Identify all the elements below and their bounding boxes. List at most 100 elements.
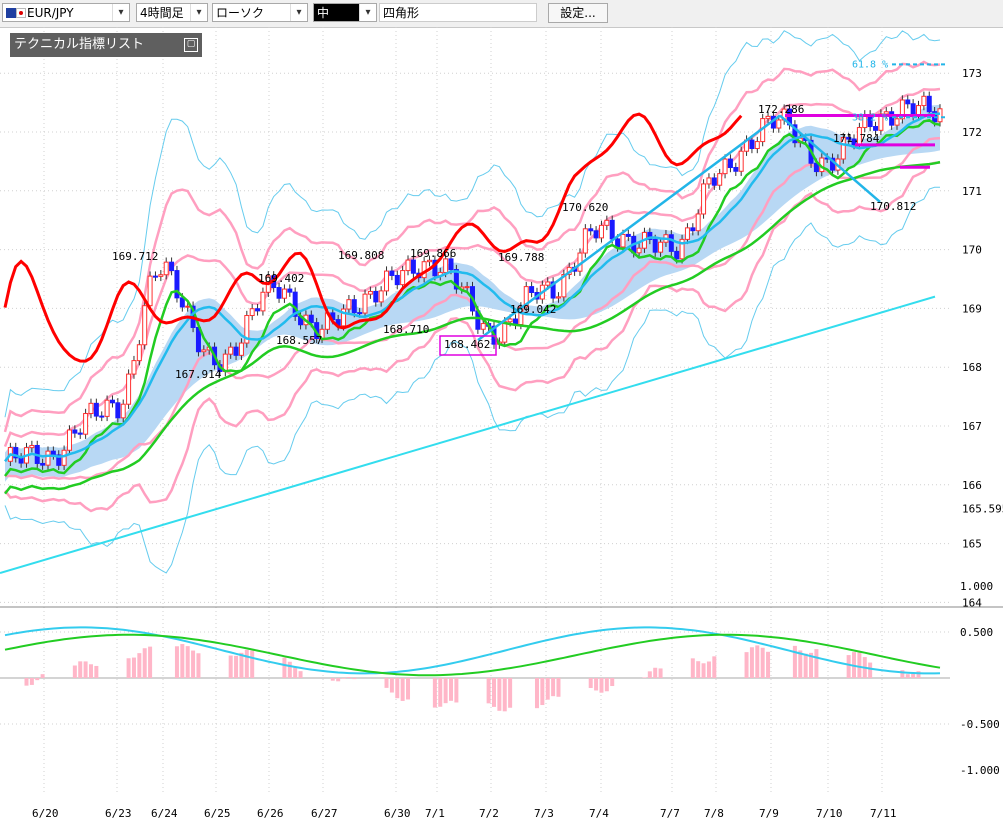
histogram-bar — [642, 677, 647, 678]
price-label: 171.784 — [833, 132, 880, 145]
candle-bull — [104, 399, 110, 417]
histogram-bar — [744, 652, 749, 678]
candle-bear — [926, 95, 932, 113]
candle-bull — [921, 95, 927, 107]
indicator-list-panel[interactable]: テクニカル指標リスト ▢ — [10, 33, 202, 57]
price-label: 169.042 — [510, 303, 556, 316]
price-axis-label: 171 — [962, 185, 982, 198]
candle-bull — [604, 219, 610, 226]
histogram-bar — [540, 678, 545, 706]
candle-bull — [83, 413, 89, 435]
candle-bull — [754, 141, 760, 149]
symbol-value: EUR/JPY — [27, 6, 74, 20]
candle-bear — [351, 299, 357, 314]
price-label: 169.712 — [112, 250, 158, 263]
histogram-bar — [696, 661, 701, 678]
chart-canvas[interactable]: 61.8 % 38.2 % 169.712 167.914 169.402 168.557… — [0, 27, 1003, 822]
candle-bull — [684, 227, 690, 240]
histogram-bar — [443, 678, 448, 704]
candle-bear — [410, 259, 416, 274]
price-axis-label: 170 — [962, 244, 982, 257]
candle-bear — [179, 297, 185, 308]
candle-bear — [152, 275, 158, 278]
candle-bull — [367, 290, 373, 295]
candle-bull — [405, 259, 411, 272]
candle-bear — [50, 450, 56, 456]
histogram-bar — [905, 674, 910, 678]
histogram-bar — [29, 678, 34, 685]
jp-flag-icon — [16, 8, 26, 18]
histogram-bar — [287, 661, 292, 678]
oscillator-pane — [4, 626, 941, 712]
candle-bear — [77, 432, 83, 435]
symbol-select[interactable]: EUR/JPY ▾ — [2, 3, 130, 22]
candle-bull — [555, 296, 561, 299]
histogram-bar — [792, 645, 797, 678]
histogram-bar — [282, 657, 287, 678]
candle-bear — [905, 99, 911, 105]
histogram-bar — [83, 661, 88, 678]
histogram-bar — [346, 677, 351, 678]
histogram-bar — [545, 678, 550, 700]
candle-bear — [448, 258, 454, 271]
price-label: 169.402 — [258, 272, 304, 285]
histogram-bar — [406, 678, 411, 700]
drawing-tool-field[interactable]: 四角形 — [379, 3, 537, 22]
candle-bear — [529, 286, 535, 293]
histogram-bar — [647, 671, 652, 678]
candle-bull — [163, 261, 169, 276]
candle-bull — [706, 177, 712, 185]
histogram-bar — [449, 678, 454, 701]
histogram-bar — [88, 664, 93, 678]
histogram-bar — [610, 678, 615, 687]
candle-bull — [722, 158, 728, 175]
price-axis-label: 173 — [962, 67, 982, 80]
chevron-down-icon[interactable]: ▾ — [290, 4, 307, 21]
price-label: 168.557 — [276, 334, 322, 347]
price-axis-label: 169 — [962, 302, 982, 315]
candle-bear — [711, 177, 717, 186]
histogram-bar — [690, 658, 695, 678]
candle-bull — [507, 318, 513, 323]
line-width-select[interactable]: 中 ▾ — [313, 3, 377, 22]
histogram-bar — [293, 667, 298, 678]
candle-bull — [185, 305, 191, 308]
date-axis-label: 6/25 — [204, 807, 231, 820]
candle-bull — [421, 261, 427, 279]
price-label: 169.788 — [498, 251, 544, 264]
candle-bull — [582, 228, 588, 254]
candle-bull — [717, 173, 723, 186]
chevron-down-icon[interactable]: ▾ — [190, 4, 207, 21]
histogram-bar — [40, 674, 45, 678]
settings-button[interactable]: 設定... — [548, 3, 608, 23]
date-axis-label: 6/30 — [384, 807, 411, 820]
chart-style-select[interactable]: ローソク ▾ — [212, 3, 308, 22]
histogram-bar — [706, 661, 711, 678]
candle-bull — [238, 342, 244, 356]
histogram-bar — [330, 678, 335, 681]
histogram-bar — [814, 649, 819, 678]
histogram-bar — [857, 652, 862, 678]
axes: 173 172 171 170 169 168 167 166 165.595 165 164 1.0… — [32, 67, 1003, 820]
candle-bull — [136, 344, 142, 362]
chevron-down-icon[interactable]: ▾ — [112, 4, 129, 21]
histogram-bar — [341, 678, 346, 679]
chevron-down-icon[interactable]: ▾ — [359, 4, 376, 21]
histogram-bar — [701, 663, 706, 678]
candle-bear — [357, 312, 363, 315]
histogram-bar — [131, 657, 136, 678]
fib-label: 38.2 % — [852, 112, 888, 123]
histogram-bar — [432, 678, 437, 708]
candle-bear — [93, 402, 99, 417]
panel-toggle-icon[interactable]: ▢ — [184, 38, 198, 52]
candle-bear — [588, 228, 594, 232]
chart-style-value: ローソク — [216, 6, 265, 20]
candle-bear — [276, 287, 282, 299]
candle-bull — [249, 308, 255, 317]
histogram-bar — [384, 678, 389, 688]
histogram-bar — [594, 678, 599, 691]
price-label: 168.710 — [383, 323, 429, 336]
timeframe-select[interactable]: 4時間足 ▾ — [136, 3, 208, 22]
histogram-bar — [658, 668, 663, 678]
histogram-bar — [24, 678, 29, 686]
